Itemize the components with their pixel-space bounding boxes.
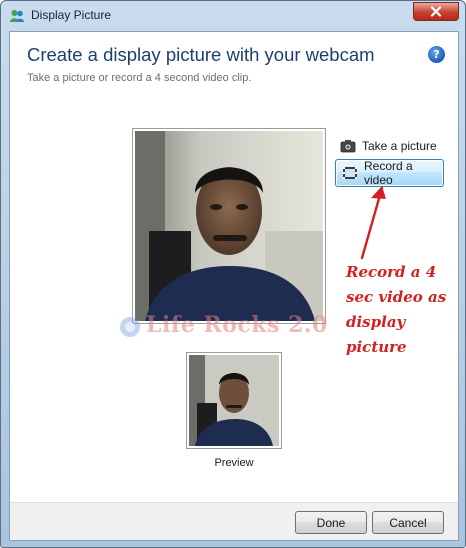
webcam-view [132,128,326,324]
annotation-arrow-icon [360,186,386,260]
window-title: Display Picture [31,8,112,22]
annotation-line: picture [346,338,407,356]
take-picture-label: Take a picture [362,139,437,153]
watermark-text: Life Rocks 2.0 [146,312,328,338]
dialog-content: Create a display picture with your webca… [9,31,459,541]
take-picture-button[interactable]: Take a picture [340,136,437,156]
close-button[interactable] [413,2,459,21]
annotation-line: sec video as [346,288,447,306]
page-subtitle: Take a picture or record a 4 second vide… [27,72,252,84]
preview-thumbnail [186,352,282,449]
webcam-image [135,131,323,321]
annotation-line: display [346,313,406,331]
dialog-footer: Done Cancel [10,502,458,540]
page-title: Create a display picture with your webca… [27,44,375,65]
annotation-line: Record a 4 [346,263,437,281]
help-button[interactable]: ? [428,46,445,63]
annotation-note: Record a 4 sec video as display picture [346,260,456,360]
title-bar[interactable]: Display Picture [1,1,466,31]
close-icon [430,6,442,17]
done-button[interactable]: Done [295,511,367,534]
video-camera-icon [342,166,358,180]
preview-image [189,355,279,446]
camera-icon [340,139,356,153]
dialog-window: Display Picture Create a display picture… [0,0,466,548]
preview-label: Preview [214,457,254,469]
cancel-button[interactable]: Cancel [372,511,444,534]
users-icon [9,8,25,24]
